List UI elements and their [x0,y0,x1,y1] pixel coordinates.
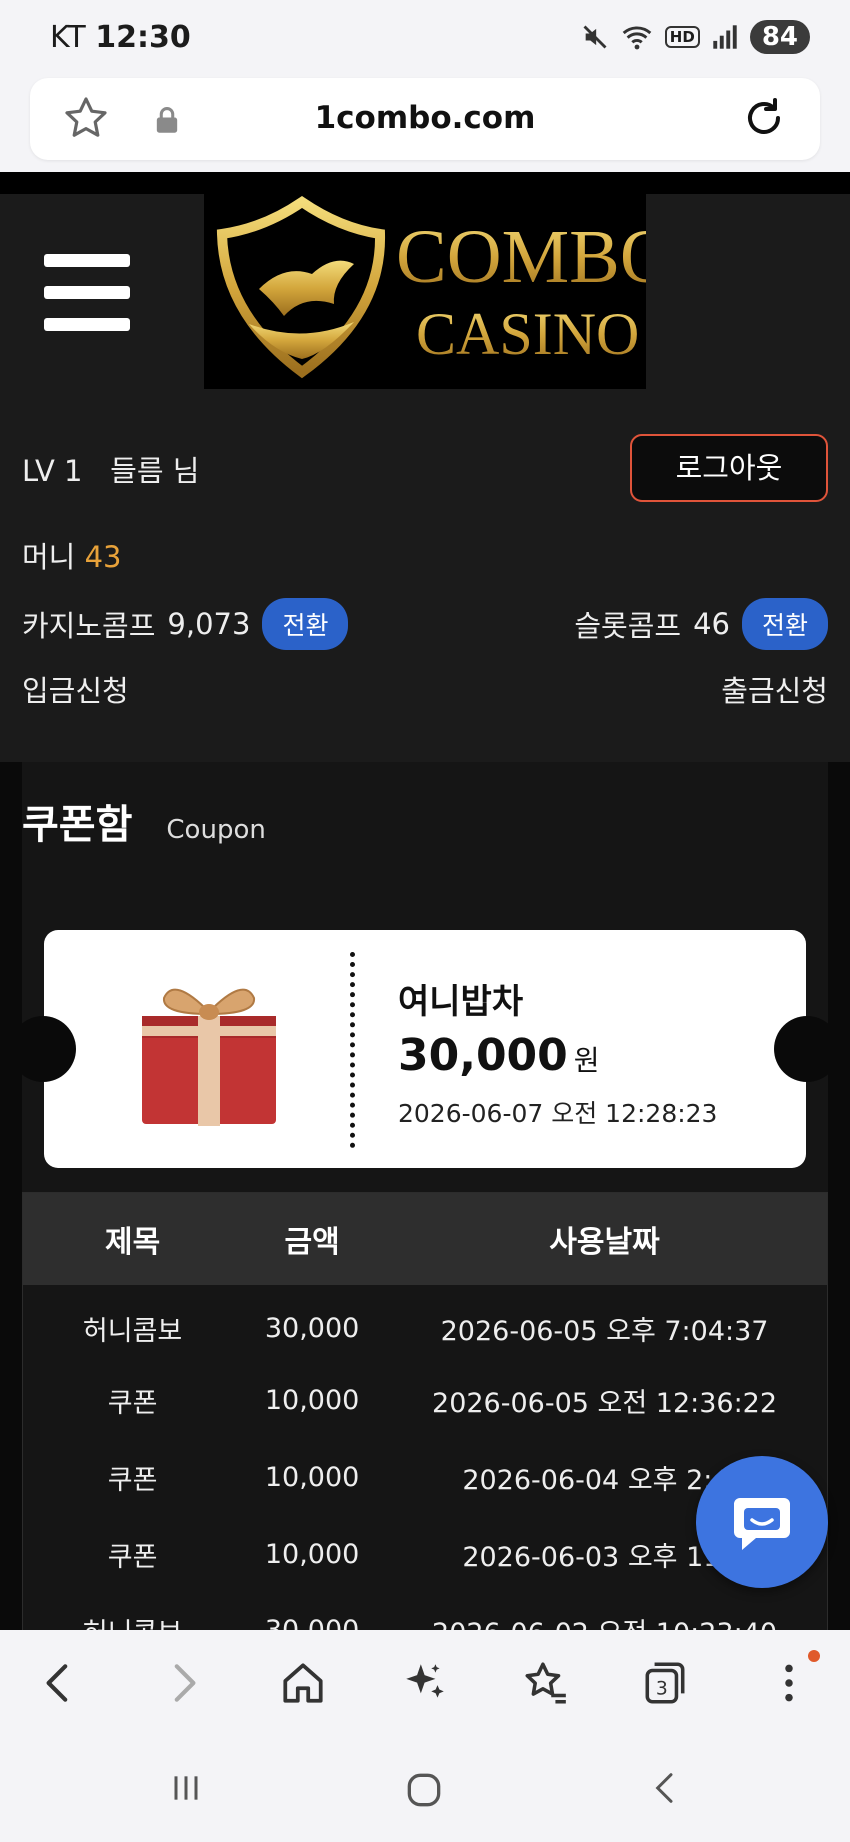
tabs-icon[interactable]: 3 [640,1658,690,1708]
money-row: 머니 43 [22,534,122,576]
cell-title: 쿠폰 [107,1387,158,1419]
user-name: 들름 님 [110,454,200,488]
cell-amount: 10,000 [264,1384,360,1416]
notification-dot [808,1650,820,1662]
ticket-amount-row: 30,000 원 [398,1030,600,1081]
ticket-unit: 원 [573,1044,600,1077]
ai-sparkle-icon[interactable] [400,1658,450,1708]
table-row: 쿠폰 10,000 2026-06-05 오전 12:36:22 [23,1362,828,1439]
ticket-date: 2026-06-07 오전 12:28:23 [398,1099,718,1128]
browser-bottom-bar: 3 [0,1630,850,1738]
cell-amount: 10,000 [264,1461,360,1493]
home-icon[interactable] [278,1658,328,1708]
menu-icon[interactable] [44,254,130,331]
header-top-strip [0,172,850,194]
user-level: LV 1 [22,454,83,488]
site-logo[interactable]: COMBO CASINO [204,194,675,389]
slot-comp-row: 슬롯콤프 46 전환 [574,598,828,650]
ticket-notch-left [10,1016,76,1082]
money-label: 머니 [22,540,76,574]
wifi-icon [622,26,652,50]
recent-apps-icon[interactable] [166,1768,206,1808]
home-button-icon[interactable] [402,1768,446,1812]
coupon-title: 쿠폰함 [22,802,133,848]
reload-icon[interactable] [740,94,788,142]
ticket-divider [350,952,355,1148]
cell-title: 허니콤보 [23,1593,243,1630]
column-header-date: 사용날짜 [549,1224,660,1260]
table-row: 허니콤보 30,000 2026-06-05 오후 7:04:37 [23,1285,828,1362]
status-carrier-time: KT 12:30 [50,20,191,55]
deposit-link[interactable]: 입금신청 [22,668,129,710]
gift-box-icon [142,988,276,1126]
casino-convert-button[interactable]: 전환 [262,598,349,650]
combo-casino-logo: COMBO CASINO [216,195,675,379]
more-menu-icon[interactable] [764,1658,814,1708]
address-bar[interactable]: 1combo.com [30,78,820,160]
cell-amount: 10,000 [264,1538,360,1570]
casino-comp-value: 9,073 [167,607,251,641]
site-header: COMBO CASINO [0,194,850,402]
logout-button[interactable]: 로그아웃 [630,434,828,502]
chat-button[interactable] [696,1456,828,1588]
cell-date: 2026-06-05 오후 7:04:37 [440,1315,769,1347]
carrier-label: KT [50,20,86,55]
system-nav-bar [0,1738,850,1842]
cell-title: 쿠폰 [107,1464,158,1496]
signal-icon [713,25,737,49]
bookmarks-icon[interactable] [520,1658,570,1708]
cell-title: 허니콤보 [82,1315,183,1347]
svg-text:CASINO: CASINO [416,301,639,367]
forward-icon[interactable] [158,1658,208,1708]
status-icons: HD 84 [581,20,810,54]
svg-text:COMBO: COMBO [396,215,646,299]
money-value: 43 [84,540,122,574]
system-back-icon[interactable] [646,1768,686,1808]
ticket-notch-right [774,1016,840,1082]
column-header-amount: 금액 [284,1224,340,1260]
cell-date: 2026-06-02 오전 10:23:40 [382,1593,827,1630]
user-info: LV 1 들름 님 [22,448,199,490]
cell-amount: 30,000 [264,1312,360,1344]
svg-text:3: 3 [656,1678,668,1699]
coupon-history-table: 제목 금액 사용날짜 허니콤보 30,000 2026-06-05 오후 7:0… [22,1192,828,1630]
coupon-heading: 쿠폰함 Coupon [22,792,266,850]
cell-amount: 30,000 [242,1593,382,1630]
cell-date: 2026-06-05 오전 12:36:22 [432,1387,778,1419]
withdraw-link[interactable]: 출금신청 [721,668,828,710]
user-panel: LV 1 들름 님 로그아웃 머니 43 카지노콤프 9,073 전환 슬롯콤프… [0,402,850,762]
column-header-title: 제목 [104,1224,161,1260]
table-row: 허니콤보 30,000 2026-06-02 오전 10:23:40 [23,1593,828,1630]
table-header-row: 제목 금액 사용날짜 [22,1192,828,1285]
slot-comp-value: 46 [693,607,730,641]
status-bar: KT 12:30 HD 84 [0,0,850,78]
coupon-subtitle: Coupon [166,815,266,845]
ticket-amount: 30,000 [398,1030,568,1081]
casino-comp-label: 카지노콤프 [22,609,156,643]
chat-bubble-icon [734,1498,790,1550]
slot-convert-button[interactable]: 전환 [741,598,828,650]
status-time: 12:30 [95,20,191,55]
ticket-title: 여니밥차 [398,982,524,1022]
slot-comp-label: 슬롯콤프 [574,609,682,643]
casino-comp-row: 카지노콤프 9,073 전환 [22,598,349,650]
battery-indicator: 84 [749,20,810,54]
cell-title: 쿠폰 [107,1541,158,1573]
hd-icon: HD [664,26,700,48]
mute-icon [583,25,607,49]
back-icon[interactable] [34,1658,84,1708]
coupon-ticket[interactable]: 여니밥차 30,000 원 2026-06-07 오전 12:28:23 [44,930,806,1168]
browser-url-area: 1combo.com [0,78,850,172]
url-text[interactable]: 1combo.com [30,100,820,136]
